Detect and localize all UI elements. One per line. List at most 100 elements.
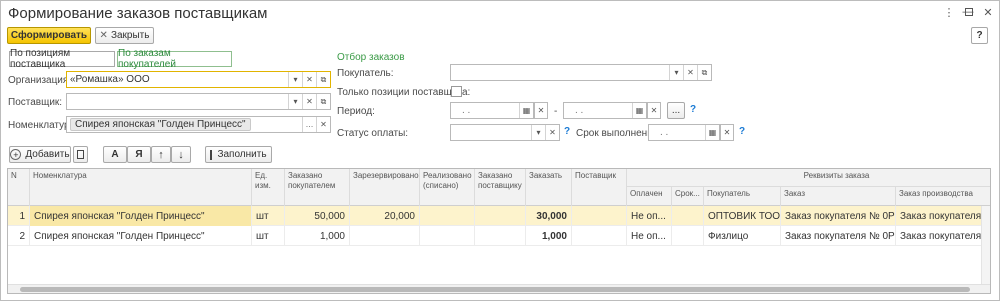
cell-buyer[interactable]: Физлицо bbox=[704, 226, 781, 246]
horizontal-scroll-thumb[interactable] bbox=[20, 287, 970, 292]
cell-nomen[interactable]: Спирея японская "Голден Принцесс" bbox=[30, 226, 252, 246]
table-row[interactable]: 2 Спирея японская "Голден Принцесс" шт 1… bbox=[8, 226, 990, 246]
term-calendar-icon[interactable]: ▦ bbox=[705, 125, 719, 140]
cell-sold[interactable] bbox=[420, 206, 475, 226]
col-order[interactable]: Заказ bbox=[781, 187, 896, 206]
period-from-calendar-icon[interactable]: ▦ bbox=[519, 103, 533, 118]
col-sold[interactable]: Реализовано (списано) bbox=[420, 169, 475, 206]
pay-status-dropdown-icon[interactable]: ▾ bbox=[531, 125, 545, 140]
nomen-clear-icon[interactable]: ✕ bbox=[316, 117, 330, 132]
vertical-scrollbar[interactable] bbox=[981, 206, 990, 286]
cell-buyer[interactable]: ОПТОВИК ТОО bbox=[704, 206, 781, 226]
close-button[interactable]: ✕ Закрыть bbox=[95, 27, 154, 44]
period-to-clear-icon[interactable]: ✕ bbox=[647, 102, 661, 119]
period-help-icon[interactable]: ? bbox=[690, 104, 696, 115]
period-from-field[interactable]: . . ▦ bbox=[450, 102, 534, 119]
move-up-button[interactable]: ↑ bbox=[151, 146, 171, 163]
cell-ordered-supplier[interactable] bbox=[475, 226, 526, 246]
org-field[interactable]: «Ромашка» ООО ▾ ✕ ⧉ bbox=[66, 71, 331, 88]
cell-paid[interactable]: Не оп... bbox=[627, 206, 672, 226]
filter-title: Отбор заказов bbox=[337, 52, 405, 63]
plus-icon: + bbox=[10, 149, 22, 160]
cell-paid[interactable]: Не оп... bbox=[627, 226, 672, 246]
cell-ordered-buyer[interactable]: 1,000 bbox=[285, 226, 350, 246]
col-prod-order[interactable]: Заказ производства bbox=[896, 187, 990, 206]
cell-supplier[interactable] bbox=[572, 226, 627, 246]
cell-reserved[interactable]: 20,000 bbox=[350, 206, 420, 226]
org-open-icon[interactable]: ⧉ bbox=[316, 72, 330, 87]
move-down-button[interactable]: ↓ bbox=[171, 146, 191, 163]
pay-status-help-icon[interactable]: ? bbox=[564, 126, 570, 137]
col-n[interactable]: N bbox=[8, 169, 30, 206]
term-field[interactable]: . . ▦ bbox=[648, 124, 720, 141]
buyer-dropdown-icon[interactable]: ▾ bbox=[669, 65, 683, 80]
table-row[interactable]: 1 Спирея японская "Голден Принцесс" шт 5… bbox=[8, 206, 990, 226]
more-icon[interactable]: ⋮ bbox=[942, 5, 956, 19]
col-ordered-supplier[interactable]: Заказано поставщику bbox=[475, 169, 526, 206]
nomen-more-icon[interactable]: … bbox=[302, 117, 316, 132]
col-unit[interactable]: Ед. изм. bbox=[252, 169, 285, 206]
cell-term[interactable] bbox=[672, 206, 704, 226]
cell-ordered-supplier[interactable] bbox=[475, 206, 526, 226]
cell-nomen[interactable]: Спирея японская "Голден Принцесс" bbox=[30, 206, 252, 226]
pay-status-clear-icon[interactable]: ✕ bbox=[545, 125, 559, 140]
period-select-button[interactable]: ... bbox=[667, 102, 685, 119]
supplier-field[interactable]: ▾ ✕ ⧉ bbox=[66, 93, 331, 110]
period-to-field[interactable]: . . ▦ bbox=[563, 102, 647, 119]
supplier-dropdown-icon[interactable]: ▾ bbox=[288, 94, 302, 109]
cell-sold[interactable] bbox=[420, 226, 475, 246]
copy-row-button[interactable] bbox=[73, 146, 88, 163]
cell-ordered-buyer[interactable]: 50,000 bbox=[285, 206, 350, 226]
fill-button[interactable]: Заполнить bbox=[205, 146, 272, 163]
pay-status-field[interactable]: ▾ ✕ bbox=[450, 124, 560, 141]
org-clear-icon[interactable]: ✕ bbox=[302, 72, 316, 87]
col-nomen[interactable]: Номенклатура bbox=[30, 169, 252, 206]
nomen-chip[interactable]: Спирея японская "Голден Принцесс" bbox=[70, 118, 251, 131]
cell-prod-order[interactable]: Заказ покупателя № 0Р... bbox=[896, 206, 990, 226]
buyer-open-icon[interactable]: ⧉ bbox=[697, 65, 711, 80]
close-button-label: Закрыть bbox=[110, 30, 150, 41]
cell-unit[interactable]: шт bbox=[252, 226, 285, 246]
help-button[interactable]: ? bbox=[971, 27, 988, 44]
only-supplier-checkbox[interactable] bbox=[451, 86, 462, 97]
tab-by-buyer-orders[interactable]: По заказам покупателей bbox=[117, 48, 232, 70]
col-reserved[interactable]: Зарезервировано bbox=[350, 169, 420, 206]
cell-term[interactable] bbox=[672, 226, 704, 246]
supplier-open-icon[interactable]: ⧉ bbox=[316, 94, 330, 109]
cell-supplier[interactable] bbox=[572, 206, 627, 226]
cell-order[interactable]: Заказ покупателя № 0Р0... bbox=[781, 226, 896, 246]
period-to-calendar-icon[interactable]: ▦ bbox=[632, 103, 646, 118]
supplier-clear-icon[interactable]: ✕ bbox=[302, 94, 316, 109]
orders-table[interactable]: N Номенклатура Ед. изм. Заказано покупат… bbox=[7, 168, 991, 294]
sort-asc-icon: A bbox=[111, 149, 119, 160]
term-help-icon[interactable]: ? bbox=[739, 126, 745, 137]
sort-desc-button[interactable]: Я bbox=[127, 146, 151, 163]
col-ordered-buyer[interactable]: Заказано покупателем bbox=[285, 169, 350, 206]
form-orders-button[interactable]: Сформировать bbox=[7, 27, 91, 44]
org-dropdown-icon[interactable]: ▾ bbox=[288, 72, 302, 87]
close-icon[interactable]: ✕ bbox=[981, 5, 995, 19]
add-row-button[interactable]: + Добавить bbox=[9, 146, 71, 163]
maximize-icon[interactable] bbox=[962, 5, 976, 19]
col-to-order[interactable]: Заказать bbox=[526, 169, 572, 206]
buyer-field[interactable]: ▾ ✕ ⧉ bbox=[450, 64, 712, 81]
cell-prod-order[interactable]: Заказ покупателя № 0Р... bbox=[896, 226, 990, 246]
col-supplier[interactable]: Поставщик bbox=[572, 169, 627, 206]
cell-to-order[interactable]: 30,000 bbox=[526, 206, 572, 226]
sort-asc-button[interactable]: A bbox=[103, 146, 127, 163]
arrow-down-icon: ↓ bbox=[178, 148, 184, 161]
nomen-field[interactable]: Спирея японская "Голден Принцесс" … ✕ bbox=[66, 116, 331, 133]
cell-unit[interactable]: шт bbox=[252, 206, 285, 226]
term-clear-icon[interactable]: ✕ bbox=[720, 124, 734, 141]
col-buyer[interactable]: Покупатель bbox=[704, 187, 781, 206]
tab-by-supplier-positions[interactable]: По позициям поставщика bbox=[9, 48, 115, 70]
period-from-clear-icon[interactable]: ✕ bbox=[534, 102, 548, 119]
period-from-value: . . bbox=[462, 105, 471, 116]
cell-to-order[interactable]: 1,000 bbox=[526, 226, 572, 246]
buyer-clear-icon[interactable]: ✕ bbox=[683, 65, 697, 80]
horizontal-scrollbar[interactable] bbox=[8, 284, 990, 293]
cell-reserved[interactable] bbox=[350, 226, 420, 246]
col-term[interactable]: Срок... bbox=[672, 187, 704, 206]
col-paid[interactable]: Оплачен bbox=[627, 187, 672, 206]
cell-order[interactable]: Заказ покупателя № 0Р0... bbox=[781, 206, 896, 226]
